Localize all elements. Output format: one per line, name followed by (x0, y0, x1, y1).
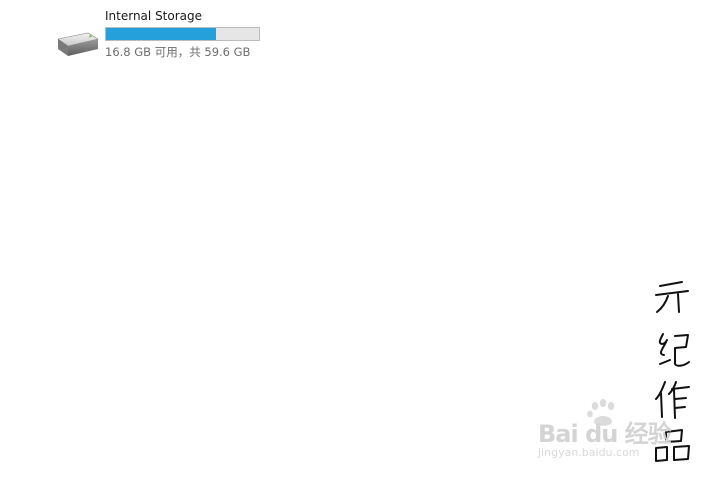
drive-tile[interactable]: Internal Storage 16.8 GB 可用，共 59.6 GB (52, 8, 272, 62)
baidu-jingyan-watermark: Bai du 经验 jingyan.baidu.com (536, 398, 676, 468)
drive-space-text: 16.8 GB 可用，共 59.6 GB (105, 45, 251, 59)
explorer-view: Internal Storage 16.8 GB 可用，共 59.6 GB Ba… (0, 0, 703, 479)
watermark-url: jingyan.baidu.com (538, 446, 640, 459)
storage-usage-fill (106, 28, 217, 40)
drive-name: Internal Storage (105, 9, 203, 23)
hard-drive-icon (52, 30, 100, 64)
storage-usage-bar (105, 27, 260, 41)
watermark-brand: Bai du 经验 (538, 420, 672, 448)
